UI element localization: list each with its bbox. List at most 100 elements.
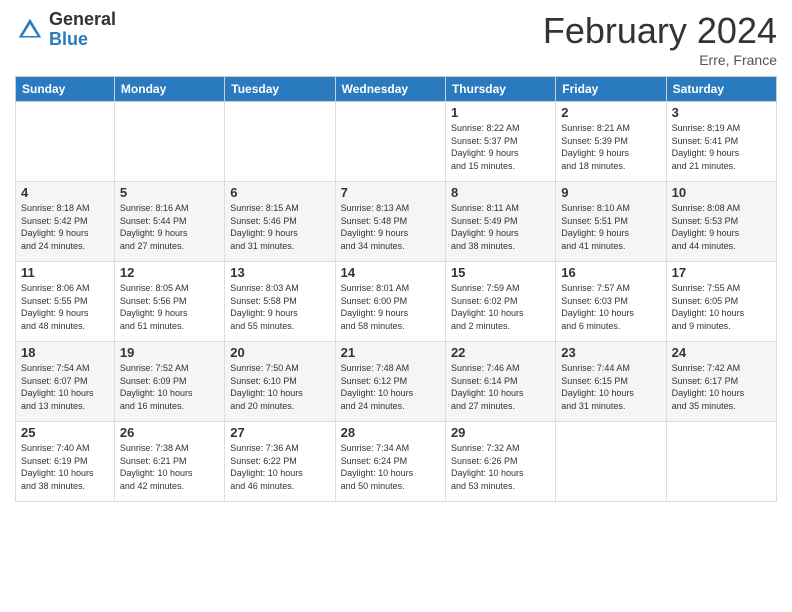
day-info: Sunrise: 7:34 AM Sunset: 6:24 PM Dayligh… bbox=[341, 442, 440, 492]
day-info: Sunrise: 8:18 AM Sunset: 5:42 PM Dayligh… bbox=[21, 202, 109, 252]
calendar-cell: 8 Sunrise: 8:11 AM Sunset: 5:49 PM Daylig… bbox=[445, 182, 555, 262]
week-row-4: 25Sunrise: 7:40 AM Sunset: 6:19 PM Dayli… bbox=[16, 422, 777, 502]
logo-general-text: General bbox=[49, 10, 116, 30]
day-info: Sunrise: 8:22 AM Sunset: 5:37 PM Dayligh… bbox=[451, 122, 550, 172]
calendar-cell: 14Sunrise: 8:01 AM Sunset: 6:00 PM Dayli… bbox=[335, 262, 445, 342]
week-row-1: 4 Sunrise: 8:18 AM Sunset: 5:42 PM Daylig… bbox=[16, 182, 777, 262]
day-number: 3 bbox=[672, 105, 771, 120]
day-number: 8 bbox=[451, 185, 550, 200]
calendar-cell: 10 Sunrise: 8:08 AM Sunset: 5:53 PM Dayli… bbox=[666, 182, 776, 262]
day-number: 19 bbox=[120, 345, 219, 360]
day-number: 18 bbox=[21, 345, 109, 360]
day-info: Sunrise: 7:48 AM Sunset: 6:12 PM Dayligh… bbox=[341, 362, 440, 412]
day-info: Sunrise: 7:54 AM Sunset: 6:07 PM Dayligh… bbox=[21, 362, 109, 412]
day-number: 29 bbox=[451, 425, 550, 440]
day-number: 23 bbox=[561, 345, 660, 360]
calendar-cell: 24 Sunrise: 7:42 AM Sunset: 6:17 PM Dayli… bbox=[666, 342, 776, 422]
day-info: Sunrise: 8:16 AM Sunset: 5:44 PM Dayligh… bbox=[120, 202, 219, 252]
day-info: Sunrise: 7:38 AM Sunset: 6:21 PM Dayligh… bbox=[120, 442, 219, 492]
day-info: Sunrise: 8:21 AM Sunset: 5:39 PM Dayligh… bbox=[561, 122, 660, 172]
day-header-thursday: Thursday bbox=[445, 77, 555, 102]
header-row: SundayMondayTuesdayWednesdayThursdayFrid… bbox=[16, 77, 777, 102]
day-number: 17 bbox=[672, 265, 771, 280]
day-number: 12 bbox=[120, 265, 219, 280]
day-info: Sunrise: 7:36 AM Sunset: 6:22 PM Dayligh… bbox=[230, 442, 329, 492]
day-number: 26 bbox=[120, 425, 219, 440]
day-number: 6 bbox=[230, 185, 329, 200]
day-number: 21 bbox=[341, 345, 440, 360]
day-info: Sunrise: 7:57 AM Sunset: 6:03 PM Dayligh… bbox=[561, 282, 660, 332]
day-header-saturday: Saturday bbox=[666, 77, 776, 102]
day-number: 24 bbox=[672, 345, 771, 360]
day-info: Sunrise: 7:46 AM Sunset: 6:14 PM Dayligh… bbox=[451, 362, 550, 412]
day-number: 11 bbox=[21, 265, 109, 280]
month-title: February 2024 bbox=[543, 10, 777, 52]
day-number: 13 bbox=[230, 265, 329, 280]
day-number: 1 bbox=[451, 105, 550, 120]
calendar-cell: 22 Sunrise: 7:46 AM Sunset: 6:14 PM Dayli… bbox=[445, 342, 555, 422]
day-number: 2 bbox=[561, 105, 660, 120]
day-info: Sunrise: 8:05 AM Sunset: 5:56 PM Dayligh… bbox=[120, 282, 219, 332]
day-number: 9 bbox=[561, 185, 660, 200]
calendar-cell: 16 Sunrise: 7:57 AM Sunset: 6:03 PM Dayli… bbox=[556, 262, 666, 342]
week-row-2: 11Sunrise: 8:06 AM Sunset: 5:55 PM Dayli… bbox=[16, 262, 777, 342]
calendar-cell: 4 Sunrise: 8:18 AM Sunset: 5:42 PM Daylig… bbox=[16, 182, 115, 262]
calendar-cell: 20 Sunrise: 7:50 AM Sunset: 6:10 PM Dayli… bbox=[225, 342, 335, 422]
day-info: Sunrise: 8:03 AM Sunset: 5:58 PM Dayligh… bbox=[230, 282, 329, 332]
calendar-cell: 29 Sunrise: 7:32 AM Sunset: 6:26 PM Dayli… bbox=[445, 422, 555, 502]
calendar-cell: 18 Sunrise: 7:54 AM Sunset: 6:07 PM Dayli… bbox=[16, 342, 115, 422]
day-number: 7 bbox=[341, 185, 440, 200]
calendar-cell: 17 Sunrise: 7:55 AM Sunset: 6:05 PM Dayli… bbox=[666, 262, 776, 342]
day-header-sunday: Sunday bbox=[16, 77, 115, 102]
week-row-0: 1 Sunrise: 8:22 AM Sunset: 5:37 PM Daylig… bbox=[16, 102, 777, 182]
calendar-cell bbox=[335, 102, 445, 182]
day-number: 27 bbox=[230, 425, 329, 440]
calendar-cell bbox=[556, 422, 666, 502]
day-info: Sunrise: 7:40 AM Sunset: 6:19 PM Dayligh… bbox=[21, 442, 109, 492]
day-info: Sunrise: 7:52 AM Sunset: 6:09 PM Dayligh… bbox=[120, 362, 219, 412]
calendar-cell: 28 Sunrise: 7:34 AM Sunset: 6:24 PM Dayli… bbox=[335, 422, 445, 502]
calendar-cell: 7 Sunrise: 8:13 AM Sunset: 5:48 PM Daylig… bbox=[335, 182, 445, 262]
day-info: Sunrise: 8:19 AM Sunset: 5:41 PM Dayligh… bbox=[672, 122, 771, 172]
day-number: 22 bbox=[451, 345, 550, 360]
location: Erre, France bbox=[543, 52, 777, 68]
week-row-3: 18 Sunrise: 7:54 AM Sunset: 6:07 PM Dayli… bbox=[16, 342, 777, 422]
day-info: Sunrise: 7:32 AM Sunset: 6:26 PM Dayligh… bbox=[451, 442, 550, 492]
day-info: Sunrise: 8:11 AM Sunset: 5:49 PM Dayligh… bbox=[451, 202, 550, 252]
day-info: Sunrise: 7:59 AM Sunset: 6:02 PM Dayligh… bbox=[451, 282, 550, 332]
calendar-cell: 27 Sunrise: 7:36 AM Sunset: 6:22 PM Dayli… bbox=[225, 422, 335, 502]
logo-icon bbox=[15, 15, 45, 45]
day-header-tuesday: Tuesday bbox=[225, 77, 335, 102]
calendar-cell: 23Sunrise: 7:44 AM Sunset: 6:15 PM Dayli… bbox=[556, 342, 666, 422]
day-info: Sunrise: 7:50 AM Sunset: 6:10 PM Dayligh… bbox=[230, 362, 329, 412]
calendar-cell: 21 Sunrise: 7:48 AM Sunset: 6:12 PM Dayli… bbox=[335, 342, 445, 422]
day-header-friday: Friday bbox=[556, 77, 666, 102]
day-info: Sunrise: 7:55 AM Sunset: 6:05 PM Dayligh… bbox=[672, 282, 771, 332]
page-container: General Blue February 2024 Erre, France … bbox=[0, 0, 792, 507]
calendar-cell bbox=[16, 102, 115, 182]
day-info: Sunrise: 8:08 AM Sunset: 5:53 PM Dayligh… bbox=[672, 202, 771, 252]
day-number: 28 bbox=[341, 425, 440, 440]
day-number: 5 bbox=[120, 185, 219, 200]
logo-text: General Blue bbox=[49, 10, 116, 50]
calendar-cell: 26 Sunrise: 7:38 AM Sunset: 6:21 PM Dayli… bbox=[114, 422, 224, 502]
day-info: Sunrise: 7:42 AM Sunset: 6:17 PM Dayligh… bbox=[672, 362, 771, 412]
calendar-cell bbox=[225, 102, 335, 182]
day-info: Sunrise: 8:01 AM Sunset: 6:00 PM Dayligh… bbox=[341, 282, 440, 332]
logo: General Blue bbox=[15, 10, 116, 50]
day-number: 16 bbox=[561, 265, 660, 280]
day-info: Sunrise: 8:10 AM Sunset: 5:51 PM Dayligh… bbox=[561, 202, 660, 252]
logo-blue-text: Blue bbox=[49, 30, 116, 50]
calendar-table: SundayMondayTuesdayWednesdayThursdayFrid… bbox=[15, 76, 777, 502]
day-info: Sunrise: 8:15 AM Sunset: 5:46 PM Dayligh… bbox=[230, 202, 329, 252]
day-number: 10 bbox=[672, 185, 771, 200]
day-number: 20 bbox=[230, 345, 329, 360]
day-number: 4 bbox=[21, 185, 109, 200]
calendar-cell: 12 Sunrise: 8:05 AM Sunset: 5:56 PM Dayli… bbox=[114, 262, 224, 342]
calendar-cell: 3 Sunrise: 8:19 AM Sunset: 5:41 PM Daylig… bbox=[666, 102, 776, 182]
day-header-wednesday: Wednesday bbox=[335, 77, 445, 102]
calendar-cell: 19 Sunrise: 7:52 AM Sunset: 6:09 PM Dayli… bbox=[114, 342, 224, 422]
calendar-cell: 11Sunrise: 8:06 AM Sunset: 5:55 PM Dayli… bbox=[16, 262, 115, 342]
day-info: Sunrise: 8:13 AM Sunset: 5:48 PM Dayligh… bbox=[341, 202, 440, 252]
header: General Blue February 2024 Erre, France bbox=[15, 10, 777, 68]
